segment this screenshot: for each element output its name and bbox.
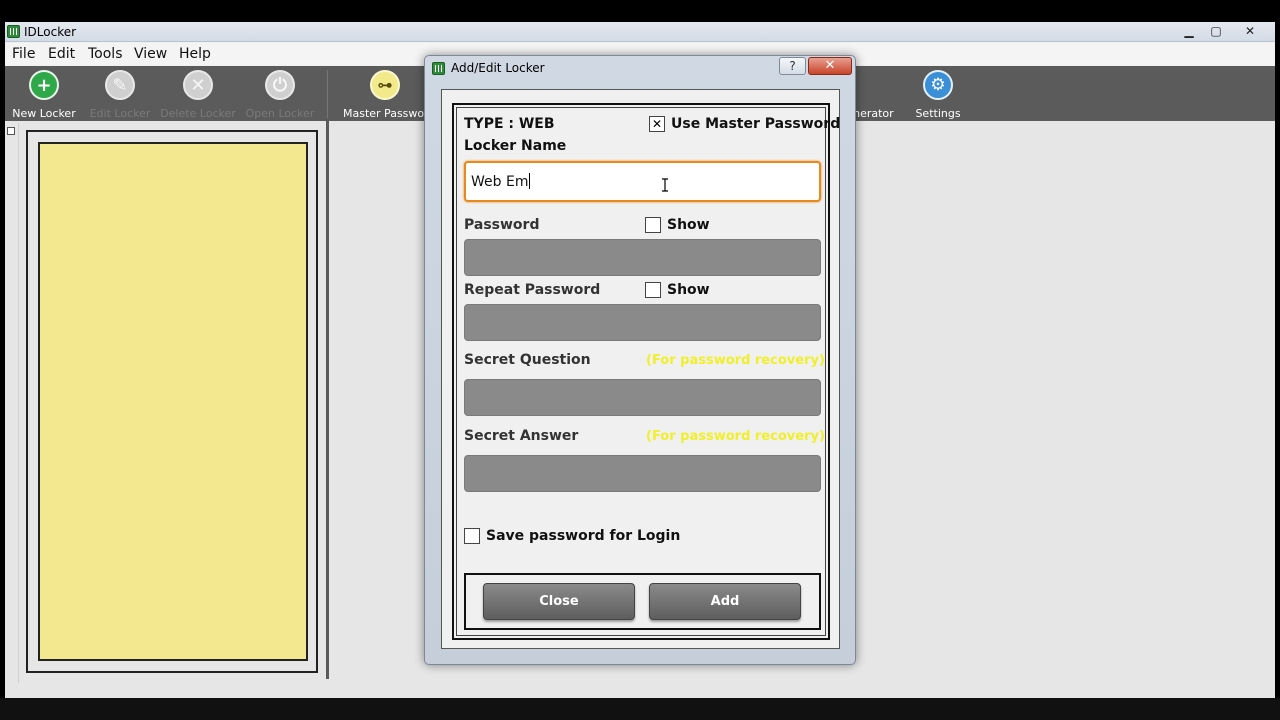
pencil-icon: ✎ (105, 70, 135, 100)
window-close-icon[interactable]: ✕ (1237, 23, 1263, 40)
power-icon: ⏻ (265, 70, 295, 100)
form-frame: TYPE : WEB ✕ Use Master Password Locker … (452, 103, 840, 640)
dialog-close-button[interactable]: ✕ (808, 57, 852, 75)
show-password-label: Show (667, 217, 710, 233)
secret-answer-hint: (For password recovery) (646, 429, 825, 444)
maximize-icon[interactable]: ▢ (1203, 23, 1229, 40)
password-input[interactable] (464, 239, 821, 276)
idlocker-app-icon (7, 25, 20, 38)
left-dock-strip (5, 123, 19, 683)
menu-help[interactable]: Help (179, 46, 211, 62)
menu-tools[interactable]: Tools (88, 46, 123, 62)
dock-pin-icon[interactable] (7, 127, 15, 135)
add-button[interactable]: Add (649, 583, 801, 620)
dialog-app-icon (432, 62, 445, 75)
locker-form: TYPE : WEB ✕ Use Master Password Locker … (456, 107, 840, 636)
dialog-button-bar: Close Add (464, 573, 821, 630)
use-master-password-checkbox[interactable]: ✕ (649, 116, 665, 132)
repeat-password-input[interactable] (464, 304, 821, 341)
save-password-checkbox[interactable] (464, 528, 480, 544)
main-window-titlebar[interactable]: IDLocker ▁ ▢ ✕ (5, 22, 1275, 42)
toolbar-separator (327, 70, 328, 118)
secret-answer-input[interactable] (464, 455, 821, 492)
secret-question-label: Secret Question (464, 352, 591, 368)
locker-type-label: TYPE : WEB (464, 116, 555, 132)
edit-locker-button[interactable]: ✎ Edit Locker (78, 69, 162, 121)
repeat-password-label: Repeat Password (464, 282, 601, 298)
master-password-button[interactable]: ⊶ Master Password (343, 69, 436, 121)
locker-name-input[interactable]: Web Em (464, 161, 821, 202)
show-repeat-password-label: Show (667, 282, 710, 298)
open-locker-label: Open Locker (245, 107, 315, 120)
secret-question-hint: (For password recovery) (646, 353, 825, 368)
menu-file[interactable]: File (12, 46, 35, 62)
add-edit-locker-dialog: Add/Edit Locker ? ✕ TYPE : WEB ✕ Use Mas… (424, 55, 856, 665)
new-locker-label: New Locker (12, 107, 76, 120)
new-locker-button[interactable]: + New Locker (2, 69, 86, 121)
dialog-help-button[interactable]: ? (779, 57, 806, 75)
main-window-title: IDLocker (24, 25, 77, 39)
taskbar (0, 698, 1280, 720)
secret-question-input[interactable] (464, 379, 821, 416)
edit-locker-label: Edit Locker (89, 107, 151, 120)
minimize-icon[interactable]: ▁ (1176, 23, 1202, 40)
locker-list[interactable] (38, 142, 308, 661)
secret-answer-label: Secret Answer (464, 428, 579, 444)
open-locker-button[interactable]: ⏻ Open Locker (238, 69, 322, 121)
delete-locker-button[interactable]: ✕ Delete Locker (156, 69, 240, 121)
gear-icon: ⚙ (923, 70, 953, 100)
use-master-password-label: Use Master Password (671, 116, 841, 132)
menu-edit[interactable]: Edit (48, 46, 75, 62)
settings-button[interactable]: ⚙ Settings (896, 69, 980, 121)
locker-name-label: Locker Name (464, 138, 567, 154)
locker-name-value: Web Em (471, 173, 531, 190)
dialog-body: TYPE : WEB ✕ Use Master Password Locker … (441, 89, 840, 649)
save-password-label: Save password for Login (486, 528, 681, 544)
settings-label: Settings (915, 107, 961, 120)
show-password-checkbox[interactable] (645, 217, 661, 233)
key-icon: ⊶ (370, 70, 400, 100)
password-label: Password (464, 217, 540, 233)
master-password-label: Master Password (343, 107, 436, 120)
show-repeat-password-checkbox[interactable] (645, 282, 661, 298)
close-button[interactable]: Close (483, 583, 635, 620)
locker-name-text: Web Em (471, 174, 529, 190)
ibeam-cursor-icon (662, 178, 668, 192)
dialog-title: Add/Edit Locker (451, 61, 545, 75)
plus-icon: + (29, 70, 59, 100)
locker-panel (26, 130, 318, 673)
panel-splitter[interactable] (326, 121, 329, 679)
text-caret (529, 173, 531, 189)
delete-x-icon: ✕ (183, 70, 213, 100)
delete-locker-label: Delete Locker (160, 107, 236, 120)
menu-view[interactable]: View (134, 46, 167, 62)
